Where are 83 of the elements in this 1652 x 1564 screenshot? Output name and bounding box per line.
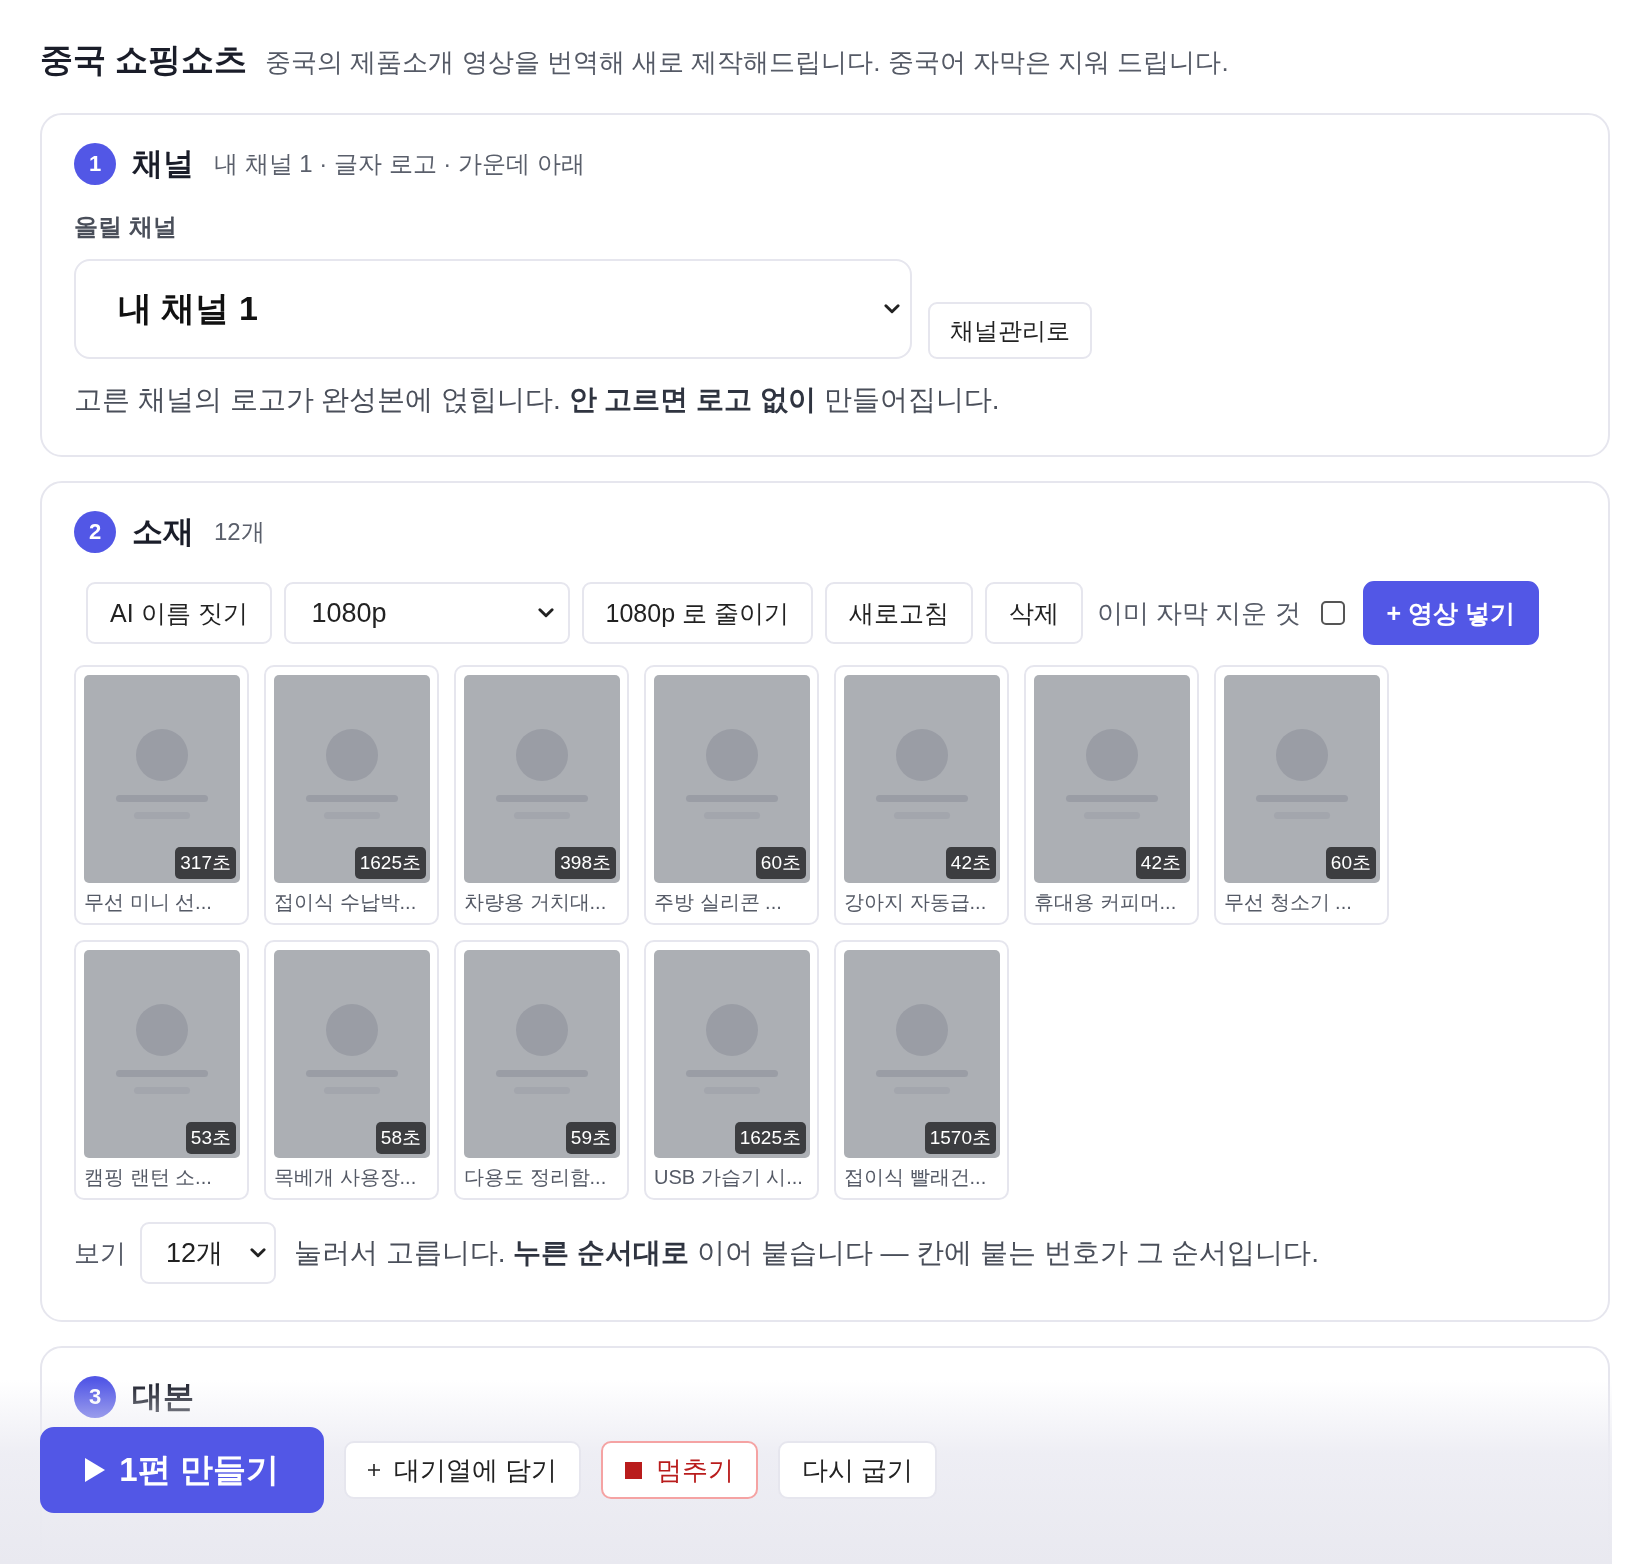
duration-badge: 42초 [945, 847, 996, 879]
make-button[interactable]: 1편 만들기 [40, 1427, 324, 1513]
duration-badge: 60초 [1325, 847, 1376, 879]
clip-tile[interactable]: 58초 목베개 사용장... [264, 940, 439, 1200]
clip-tile[interactable]: 1570초 접이식 빨래건... [834, 940, 1009, 1200]
stop-icon [625, 1461, 643, 1479]
clip-name: 캠핑 랜턴 소... [84, 1165, 213, 1190]
duration-badge: 60초 [755, 847, 806, 879]
checkbox[interactable] [1320, 601, 1345, 625]
toolbar-button[interactable]: 삭제 [984, 582, 1083, 644]
thumbnail-placeholder-icon [844, 675, 1000, 883]
duration-badge: 398초 [555, 847, 616, 879]
step-number: 2 [74, 511, 116, 553]
toolbar-button[interactable]: 1080p 로 줄이기 [581, 582, 813, 644]
view-label: 보기 [74, 1236, 126, 1270]
clip-name: 휴대용 커피머... [1034, 890, 1178, 915]
clip-tile[interactable]: 42초 휴대용 커피머... [1024, 665, 1199, 925]
clip-name: 접이식 빨래건... [844, 1165, 988, 1190]
duration-badge: 59초 [565, 1122, 616, 1154]
rebake-button[interactable]: 다시 굽기 [778, 1441, 938, 1499]
clip-name: 차량용 거치대... [464, 890, 608, 915]
section-title: 소재 [132, 513, 194, 551]
resolution-select[interactable]: 1080p [283, 582, 570, 644]
clip-tile[interactable]: 60초 무선 청소기 ... [1214, 665, 1389, 925]
toolbar-button[interactable]: AI 이름 짓기 [86, 582, 272, 644]
clip-tile[interactable]: 317초 무선 미니 선... [74, 665, 249, 925]
field-label: 올릴 채널 [74, 212, 178, 242]
clip-name: 강아지 자동급... [844, 890, 988, 915]
clip-tile[interactable]: 53초 캠핑 랜턴 소... [74, 940, 249, 1200]
thumbnail-placeholder-icon [1034, 675, 1190, 883]
thumbnail-placeholder-icon [844, 950, 1000, 1158]
channel-note: 고른 채널의 로고가 완성본에 얹힙니다. 안 고르면 로고 없이 만들어집니다. [74, 383, 1001, 417]
clip-tile[interactable]: 60초 주방 실리콘 ... [644, 665, 819, 925]
play-icon [85, 1458, 106, 1482]
section-title: 채널 [132, 145, 194, 183]
thumbnail-placeholder-icon [654, 675, 810, 883]
thumbnail-placeholder-icon [274, 950, 430, 1158]
chevron-icon [537, 608, 554, 618]
thumbnail-placeholder-icon [1224, 675, 1380, 883]
clip-tile[interactable]: 42초 강아지 자동급... [834, 665, 1009, 925]
duration-badge: 317초 [175, 847, 236, 879]
stop-button[interactable]: 멈추기 [601, 1441, 759, 1499]
page-subtitle: 중국의 제품소개 영상을 번역해 새로 제작해드립니다. 중국어 자막은 지워 드립니다. [265, 46, 1229, 79]
add-video-button[interactable]: + 영상 넣기 [1362, 581, 1540, 645]
view-count-select[interactable]: 12개 [140, 1222, 276, 1284]
toolbar-button[interactable]: 새로고침 [824, 582, 973, 644]
page-title: 중국 쇼핑쇼츠 [40, 40, 248, 80]
channel-select[interactable]: 내 채널 1 [74, 259, 912, 359]
thumbnail-placeholder-icon [464, 950, 620, 1158]
section-summary: 내 채널 1 · 글자 로고 · 가운데 아래 [214, 149, 585, 179]
step-number: 1 [74, 143, 116, 185]
chevron-icon [884, 304, 900, 314]
material-count: 12개 [214, 517, 265, 547]
queue-button[interactable]: 대기열에 담기 [344, 1441, 582, 1499]
clip-name: 목베개 사용장... [274, 1165, 418, 1190]
clip-name: USB 가습기 시... [654, 1165, 804, 1190]
manage-channel-button[interactable]: 채널관리로 [928, 302, 1092, 359]
clip-name: 무선 청소기 ... [1224, 890, 1353, 915]
thumbnail-placeholder-icon [84, 675, 240, 883]
thumbnail-placeholder-icon [654, 950, 810, 1158]
duration-badge: 58초 [375, 1122, 426, 1154]
clip-name: 주방 실리콘 ... [654, 890, 783, 915]
thumbnail-placeholder-icon [464, 675, 620, 883]
thumbnail-placeholder-icon [274, 675, 430, 883]
thumbnail-placeholder-icon [84, 950, 240, 1158]
clip-tile[interactable]: 1625초 USB 가습기 시... [644, 940, 819, 1200]
clip-name: 접이식 수납박... [274, 890, 418, 915]
duration-badge: 42초 [1135, 847, 1186, 879]
plus-icon [368, 1464, 380, 1476]
clip-tile[interactable]: 1625초 접이식 수납박... [264, 665, 439, 925]
chevron-icon [250, 1248, 266, 1258]
clip-name: 다용도 정리함... [464, 1165, 608, 1190]
clip-tile[interactable]: 59초 다용도 정리함... [454, 940, 629, 1200]
duration-badge: 1625초 [734, 1122, 806, 1154]
duration-badge: 1625초 [354, 847, 426, 879]
clip-name: 무선 미니 선... [84, 890, 213, 915]
checkbox-label: 이미 자막 지운 것 [1096, 596, 1301, 630]
step-number: 3 [74, 1376, 116, 1418]
section-title: 대본 [132, 1378, 194, 1416]
selection-hint: 눌러서 고릅니다. 누른 순서대로 이어 붙습니다 — 칸에 붙는 번호가 그 순서입니다. [294, 1236, 1320, 1270]
duration-badge: 1570초 [924, 1122, 996, 1154]
clip-tile[interactable]: 398초 차량용 거치대... [454, 665, 629, 925]
duration-badge: 53초 [185, 1122, 236, 1154]
